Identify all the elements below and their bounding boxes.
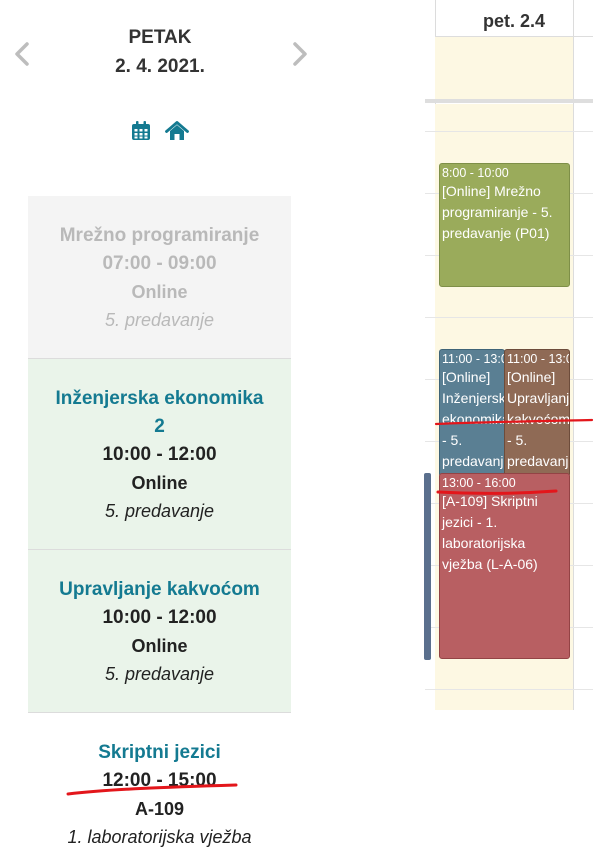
event-time: 13:00 - 16:00 bbox=[442, 476, 516, 490]
event-title: [A-109] Skriptni jezici - 1. laboratorij… bbox=[442, 493, 538, 572]
lecture-card[interactable]: Mrežno programiranje 07:00 - 09:00 Onlin… bbox=[28, 196, 291, 359]
day-name: PETAK bbox=[128, 27, 192, 48]
lecture-time: 10:00 - 12:00 bbox=[102, 444, 217, 465]
lecture-time: 07:00 - 09:00 bbox=[102, 253, 217, 274]
lecture-room: A-109 bbox=[134, 799, 185, 819]
day-column-header[interactable]: pet. 2.4 bbox=[435, 0, 593, 37]
lecture-title: Mrežno programiranje bbox=[59, 225, 260, 246]
all-day-divider bbox=[425, 99, 593, 103]
lecture-kind: 5. predavanje bbox=[104, 664, 215, 684]
hour-line bbox=[425, 317, 593, 318]
lecture-title: Inženjerska ekonomika 2 bbox=[55, 388, 264, 437]
hour-line bbox=[425, 689, 593, 690]
lecture-card[interactable]: Skriptni jezici 12:00 - 15:00 A-109 1. l… bbox=[28, 713, 291, 860]
grid-line bbox=[573, 0, 574, 710]
calendar-button[interactable] bbox=[130, 120, 152, 142]
calendar-event[interactable]: 8:00 - 10:00 [Online] Mrežno programiran… bbox=[439, 163, 570, 287]
chevron-left-icon bbox=[15, 42, 29, 66]
event-time: 8:00 - 10:00 bbox=[442, 166, 509, 180]
chevron-right-icon bbox=[293, 42, 307, 66]
lecture-title: Skriptni jezici bbox=[98, 742, 221, 763]
lecture-title: Upravljanje kakvoćom bbox=[59, 579, 260, 600]
event-title: [Online] Upravljanje kakvoćom - 5. preda… bbox=[507, 369, 570, 469]
lecture-time: 10:00 - 12:00 bbox=[102, 607, 217, 628]
hour-line bbox=[425, 131, 593, 132]
event-title: [Online] Mrežno programiranje - 5. preda… bbox=[442, 183, 553, 241]
home-button[interactable] bbox=[165, 120, 189, 142]
event-time: 11:00 - 13:00 bbox=[442, 352, 504, 366]
lecture-card[interactable]: Upravljanje kakvoćom 10:00 - 12:00 Onlin… bbox=[28, 550, 291, 713]
lecture-kind: 5. predavanje bbox=[104, 310, 215, 330]
lecture-room: Online bbox=[131, 282, 188, 302]
calendar-event[interactable]: 11:00 - 13:00 [Online] Inženjerska ekono… bbox=[439, 349, 505, 477]
lecture-room: Online bbox=[131, 473, 188, 493]
home-icon bbox=[165, 121, 189, 140]
lecture-time: 12:00 - 15:00 bbox=[102, 770, 217, 791]
day-date: 2. 4. 2021. bbox=[115, 56, 205, 77]
week-calendar: pet. 2.4 8:00 - 10:00 [Online] Mrežno pr… bbox=[420, 0, 603, 720]
lecture-card[interactable]: Inženjerska ekonomika 2 10:00 - 12:00 On… bbox=[28, 359, 291, 550]
next-day-button[interactable] bbox=[290, 40, 310, 68]
all-day-slot[interactable] bbox=[435, 37, 573, 99]
event-title: [Online] Inženjerska ekonomika - 5. pred… bbox=[442, 369, 505, 469]
prev-day-button[interactable] bbox=[12, 40, 32, 68]
event-time: 11:00 - 13:00 bbox=[507, 352, 569, 366]
calendar-event[interactable]: 11:00 - 13:00 [Online] Upravljanje kakvo… bbox=[504, 349, 570, 477]
calendar-icon bbox=[132, 121, 150, 140]
current-time-indicator bbox=[424, 473, 431, 660]
calendar-event[interactable]: 13:00 - 16:00 [A-109] Skriptni jezici - … bbox=[439, 473, 570, 659]
lecture-room: Online bbox=[131, 636, 188, 656]
lecture-kind: 1. laboratorijska vježba bbox=[67, 827, 252, 847]
lecture-kind: 5. predavanje bbox=[104, 501, 215, 521]
